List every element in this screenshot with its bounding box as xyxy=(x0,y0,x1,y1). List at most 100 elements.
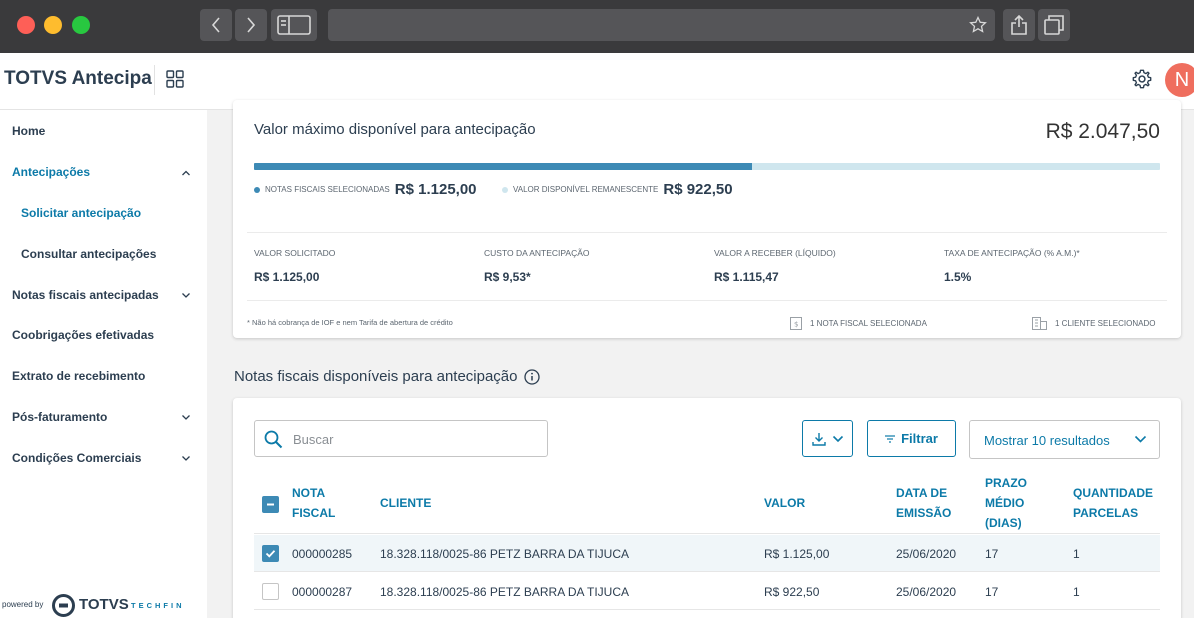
chevron-up-icon[interactable] xyxy=(181,168,191,178)
user-avatar[interactable]: N xyxy=(1165,63,1194,97)
filter-label: Filtrar xyxy=(901,431,938,446)
metric-value: R$ 1.125,00 xyxy=(254,270,320,284)
sidebar-item-notas-antecipadas[interactable]: Notas fiscais antecipadas xyxy=(12,288,159,302)
col-header-parcelas-line2: PARCELAS xyxy=(1073,506,1139,520)
sidebar-item-home[interactable]: Home xyxy=(12,124,45,138)
row-checkbox[interactable] xyxy=(262,583,279,600)
forward-button[interactable] xyxy=(235,9,267,41)
col-header-prazo-line3: (DIAS) xyxy=(985,516,1022,530)
download-icon xyxy=(811,432,826,446)
legend-selected: NOTAS FISCAIS SELECIONADAS R$ 1.125,00 xyxy=(254,181,477,198)
minimize-window-button[interactable] xyxy=(44,16,62,34)
invoices-card: Buscar Filtrar Mostrar 10 resultados NOT… xyxy=(233,398,1181,618)
col-header-data[interactable]: DATA DE EMISSÃO xyxy=(896,483,951,523)
col-header-nota-line1: NOTA xyxy=(292,486,326,500)
chevron-right-icon xyxy=(247,17,256,33)
maximize-window-button[interactable] xyxy=(72,16,90,34)
row-checkbox[interactable] xyxy=(262,545,279,562)
cell-prazo: 17 xyxy=(985,547,999,561)
clients-selected-label: 1 CLIENTE SELECIONADO xyxy=(1055,319,1156,328)
cell-data: 25/06/2020 xyxy=(896,585,957,599)
col-header-parcelas[interactable]: QUANTIDADE PARCELAS xyxy=(1073,483,1153,523)
chevron-left-icon xyxy=(211,17,220,33)
notes-selected-label: 1 NOTA FISCAL SELECIONADA xyxy=(810,319,927,328)
sidebar-icon xyxy=(277,15,311,35)
star-icon[interactable] xyxy=(969,16,987,34)
share-button[interactable] xyxy=(1003,9,1035,41)
avatar-initial: N xyxy=(1174,68,1190,91)
sidebar-item-antecipacoes[interactable]: Antecipações xyxy=(12,165,90,179)
chevron-down-icon[interactable] xyxy=(181,453,191,463)
filter-button[interactable]: Filtrar xyxy=(867,420,956,457)
tabs-icon xyxy=(1044,15,1064,35)
legend-bullet-icon xyxy=(502,186,508,193)
chevron-down-icon xyxy=(832,435,843,442)
info-icon[interactable] xyxy=(523,368,540,385)
page-size-select[interactable]: Mostrar 10 resultados xyxy=(969,420,1160,459)
sidebar-item-pos-faturamento[interactable]: Pós-faturamento xyxy=(12,410,107,424)
legend-remaining-label: VALOR DISPONÍVEL REMANESCENTE xyxy=(513,185,659,194)
sidebar xyxy=(0,110,207,618)
header-divider xyxy=(154,65,155,95)
sidebar-toggle-button[interactable] xyxy=(271,9,317,41)
svg-text:$: $ xyxy=(794,321,798,329)
metric-value: R$ 1.115,47 xyxy=(714,270,779,284)
section-title-text: Notas fiscais disponíveis para antecipaç… xyxy=(234,368,518,385)
sidebar-item-condicoes[interactable]: Condições Comerciais xyxy=(12,451,141,465)
export-button[interactable] xyxy=(802,420,853,457)
legend-selected-label: NOTAS FISCAIS SELECIONADAS xyxy=(265,185,390,194)
legend-selected-value: R$ 1.125,00 xyxy=(394,181,477,198)
close-window-button[interactable] xyxy=(17,16,35,34)
totvs-logo-text: TOTVS xyxy=(79,596,129,613)
clients-selected: 1 CLIENTE SELECIONADO xyxy=(1032,317,1155,330)
address-bar[interactable] xyxy=(328,9,995,41)
col-header-prazo-line1: PRAZO xyxy=(985,476,1027,490)
apps-grid-icon[interactable] xyxy=(166,70,184,88)
col-header-prazo[interactable]: PRAZO MÉDIO (DIAS) xyxy=(985,473,1027,533)
progress-track xyxy=(254,163,1160,170)
summary-card: Valor máximo disponível para antecipação… xyxy=(233,100,1181,338)
cell-cliente: 18.328.118/0025-86 PETZ BARRA DA TIJUCA xyxy=(380,547,630,561)
summary-title: Valor máximo disponível para antecipação xyxy=(254,121,536,138)
cell-nota: 000000287 xyxy=(292,585,353,599)
col-header-nota-line2: FISCAL xyxy=(292,506,336,520)
powered-by-label: powered by xyxy=(2,600,44,609)
col-header-cliente[interactable]: CLIENTE xyxy=(380,493,431,513)
search-input[interactable]: Buscar xyxy=(254,420,548,457)
chevron-down-icon[interactable] xyxy=(181,412,191,422)
header-divider xyxy=(254,533,1160,534)
divider xyxy=(247,232,1167,233)
legend-remaining-value: R$ 922,50 xyxy=(663,181,733,198)
techfin-logo-text: TECHFIN xyxy=(131,601,185,610)
metric-value: R$ 9,53* xyxy=(484,270,531,284)
app-brand[interactable]: TOTVS Antecipa xyxy=(4,68,152,90)
col-header-prazo-line2: MÉDIO xyxy=(985,496,1025,510)
select-all-checkbox[interactable] xyxy=(262,496,279,513)
sidebar-item-extrato[interactable]: Extrato de recebimento xyxy=(12,369,145,383)
col-header-nota[interactable]: NOTA FISCAL xyxy=(292,483,335,523)
gear-icon[interactable] xyxy=(1131,68,1153,90)
sidebar-item-coobrigacoes[interactable]: Coobrigações efetivadas xyxy=(12,328,154,342)
sidebar-item-consultar[interactable]: Consultar antecipações xyxy=(21,247,156,261)
cell-valor: R$ 922,50 xyxy=(764,585,820,599)
back-button[interactable] xyxy=(200,9,232,41)
footnote: * Não há cobrança de IOF e nem Tarifa de… xyxy=(247,318,453,327)
cell-valor: R$ 1.125,00 xyxy=(764,547,830,561)
building-icon xyxy=(1032,317,1047,330)
metric-label: TAXA DE ANTECIPAÇÃO (% A.M.)* xyxy=(944,248,1080,258)
cell-parcelas: 1 xyxy=(1073,585,1080,599)
col-header-valor[interactable]: VALOR xyxy=(764,493,805,513)
share-icon xyxy=(1011,15,1027,35)
sidebar-item-solicitar[interactable]: Solicitar antecipação xyxy=(21,206,141,220)
chevron-down-icon[interactable] xyxy=(181,290,191,300)
tabs-button[interactable] xyxy=(1038,9,1070,41)
filter-icon xyxy=(885,434,896,443)
table-row[interactable]: 000000285 18.328.118/0025-86 PETZ BARRA … xyxy=(254,535,1160,572)
legend-remaining: VALOR DISPONÍVEL REMANESCENTE R$ 922,50 xyxy=(502,181,733,198)
table-row[interactable]: 000000287 18.328.118/0025-86 PETZ BARRA … xyxy=(254,573,1160,610)
section-title: Notas fiscais disponíveis para antecipaç… xyxy=(234,368,540,385)
col-header-parcelas-line1: QUANTIDADE xyxy=(1073,486,1153,500)
divider xyxy=(247,300,1167,301)
col-header-data-line2: EMISSÃO xyxy=(896,506,952,520)
check-icon xyxy=(265,550,276,558)
